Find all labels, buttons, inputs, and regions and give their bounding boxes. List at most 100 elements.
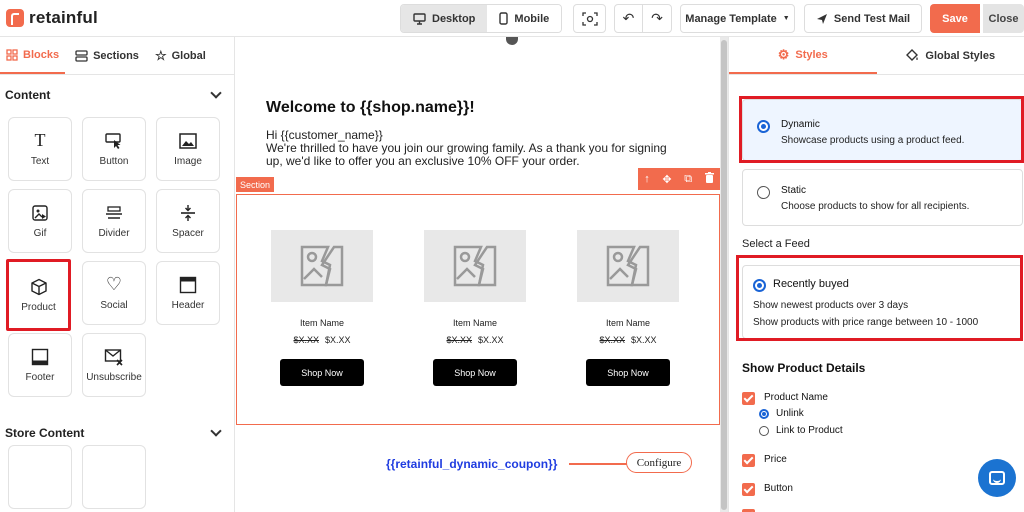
block-button[interactable]: Button bbox=[82, 117, 146, 181]
tab-blocks[interactable]: Blocks bbox=[0, 37, 66, 74]
chat-icon bbox=[989, 471, 1005, 485]
button-label: Button bbox=[764, 483, 793, 494]
option-static[interactable]: Static Choose products to show for all r… bbox=[742, 169, 1023, 226]
price: $X.XX bbox=[631, 335, 657, 345]
block-social[interactable]: ♡ Social bbox=[82, 261, 146, 325]
block-header[interactable]: Header bbox=[156, 261, 220, 325]
move-icon[interactable]: ✥ bbox=[662, 173, 671, 186]
option-description: Choose products to show for all recipien… bbox=[781, 201, 970, 212]
configure-button[interactable]: Configure bbox=[626, 452, 692, 473]
block-footer[interactable]: Footer bbox=[8, 333, 72, 397]
show-product-details-heading: Show Product Details bbox=[742, 361, 866, 375]
block-label: Image bbox=[174, 155, 202, 167]
divider-icon bbox=[104, 204, 124, 222]
block-spacer[interactable]: Spacer bbox=[156, 189, 220, 253]
email-body-text[interactable]: Hi {{customer_name}} We're thrilled to h… bbox=[266, 129, 686, 168]
send-icon bbox=[816, 13, 827, 24]
block-image[interactable]: Image bbox=[156, 117, 220, 181]
star-icon: ☆ bbox=[154, 47, 167, 63]
undo-icon[interactable]: ↶ bbox=[615, 5, 643, 32]
block-unsubscribe[interactable]: Unsubscribe bbox=[82, 333, 146, 397]
block-label: Divider bbox=[98, 227, 130, 239]
tab-sections-label: Sections bbox=[93, 49, 139, 62]
email-title[interactable]: Welcome to {{shop.name}}! bbox=[266, 99, 475, 117]
gear-icon: ⚙ bbox=[777, 46, 790, 62]
block-divider[interactable]: Divider bbox=[82, 189, 146, 253]
redo-icon[interactable]: ↷ bbox=[643, 5, 671, 32]
option-title: Static bbox=[781, 185, 807, 196]
save-button[interactable]: Save bbox=[930, 4, 980, 33]
block-store-item[interactable] bbox=[82, 445, 146, 509]
chevron-down-icon bbox=[210, 87, 222, 99]
canvas-scrollbar-thumb[interactable] bbox=[721, 40, 727, 510]
tab-sections[interactable]: Sections bbox=[69, 37, 145, 74]
coupon-placeholder[interactable]: {{retainful_dynamic_coupon}} bbox=[386, 457, 557, 471]
product-name: Item Name bbox=[605, 318, 650, 328]
close-button[interactable]: Close bbox=[983, 4, 1024, 33]
preview-button[interactable] bbox=[573, 4, 606, 33]
tab-styles[interactable]: ⚙ Styles bbox=[729, 37, 877, 74]
product-image-placeholder bbox=[424, 230, 526, 302]
paint-bucket-icon bbox=[906, 49, 919, 61]
product-name-checkbox[interactable] bbox=[742, 392, 755, 405]
tab-global-styles[interactable]: Global Styles bbox=[877, 37, 1024, 74]
blocks-icon bbox=[6, 48, 18, 61]
product-card: Item Name $X.XX $X.XX Shop Now bbox=[424, 230, 526, 386]
shop-now-button[interactable]: Shop Now bbox=[433, 359, 517, 386]
link-to-product-radio[interactable] bbox=[759, 426, 769, 436]
logo-icon bbox=[6, 9, 24, 27]
product-price: $X.XX $X.XX bbox=[271, 335, 373, 345]
image-icon bbox=[178, 132, 198, 150]
heart-icon: ♡ bbox=[105, 274, 123, 294]
send-test-mail-button[interactable]: Send Test Mail bbox=[804, 4, 922, 33]
block-text[interactable]: T Text bbox=[8, 117, 72, 181]
manage-template-dropdown[interactable]: Manage Template ▼ bbox=[680, 4, 795, 33]
content-accordion-header[interactable]: Content bbox=[0, 75, 234, 115]
unsubscribe-icon bbox=[104, 348, 124, 366]
tab-global-styles-label: Global Styles bbox=[925, 49, 996, 62]
product-price: $X.XX $X.XX bbox=[424, 335, 526, 345]
styles-panel: ⚙ Styles Global Styles Dynamic Showcase … bbox=[728, 37, 1024, 512]
content-heading: Content bbox=[5, 88, 51, 102]
old-price: $X.XX bbox=[446, 335, 472, 345]
price-checkbox[interactable] bbox=[742, 454, 755, 467]
text-icon: T bbox=[34, 130, 46, 150]
arrow-up-icon[interactable]: ↑ bbox=[644, 173, 650, 185]
highlight-frame bbox=[739, 96, 1024, 163]
block-label: Button bbox=[99, 155, 129, 167]
unlink-label: Unlink bbox=[776, 408, 804, 419]
trash-icon[interactable] bbox=[704, 172, 714, 186]
product-image-placeholder bbox=[271, 230, 373, 302]
tab-styles-label: Styles bbox=[795, 48, 828, 61]
phone-icon bbox=[499, 12, 509, 25]
block-store-item[interactable] bbox=[8, 445, 72, 509]
product-section[interactable]: Item Name $X.XX $X.XX Shop Now Item Name … bbox=[236, 194, 720, 425]
chevron-down-icon bbox=[210, 425, 222, 437]
old-price: $X.XX bbox=[293, 335, 319, 345]
block-gif[interactable]: Gif bbox=[8, 189, 72, 253]
block-label: Gif bbox=[33, 227, 47, 239]
price: $X.XX bbox=[478, 335, 504, 345]
tab-global[interactable]: ☆ Global bbox=[149, 37, 212, 74]
drag-handle[interactable] bbox=[506, 37, 518, 45]
footer-icon bbox=[30, 348, 50, 366]
shop-now-button[interactable]: Shop Now bbox=[586, 359, 670, 386]
product-card: Item Name $X.XX $X.XX Shop Now bbox=[271, 230, 373, 386]
mobile-button[interactable]: Mobile bbox=[487, 5, 562, 32]
unlink-radio[interactable] bbox=[759, 409, 769, 419]
desktop-button[interactable]: Desktop bbox=[401, 5, 488, 32]
history-controls: ↶ ↷ bbox=[614, 4, 672, 33]
shop-now-button[interactable]: Shop Now bbox=[280, 359, 364, 386]
spacer-icon bbox=[178, 204, 198, 222]
tab-global-label: Global bbox=[171, 49, 206, 62]
product-card: Item Name $X.XX $X.XX Shop Now bbox=[577, 230, 679, 386]
logo-text: retainful bbox=[29, 8, 98, 27]
old-price: $X.XX bbox=[599, 335, 625, 345]
radio-static[interactable] bbox=[757, 186, 770, 199]
send-test-label: Send Test Mail bbox=[833, 12, 911, 25]
blocks-panel: Blocks Sections ☆ Global Content T Text … bbox=[0, 37, 235, 512]
block-product[interactable]: Product bbox=[6, 259, 71, 331]
chat-support-button[interactable] bbox=[978, 459, 1016, 497]
duplicate-icon[interactable]: ⧉ bbox=[684, 173, 692, 186]
button-checkbox[interactable] bbox=[742, 483, 755, 496]
